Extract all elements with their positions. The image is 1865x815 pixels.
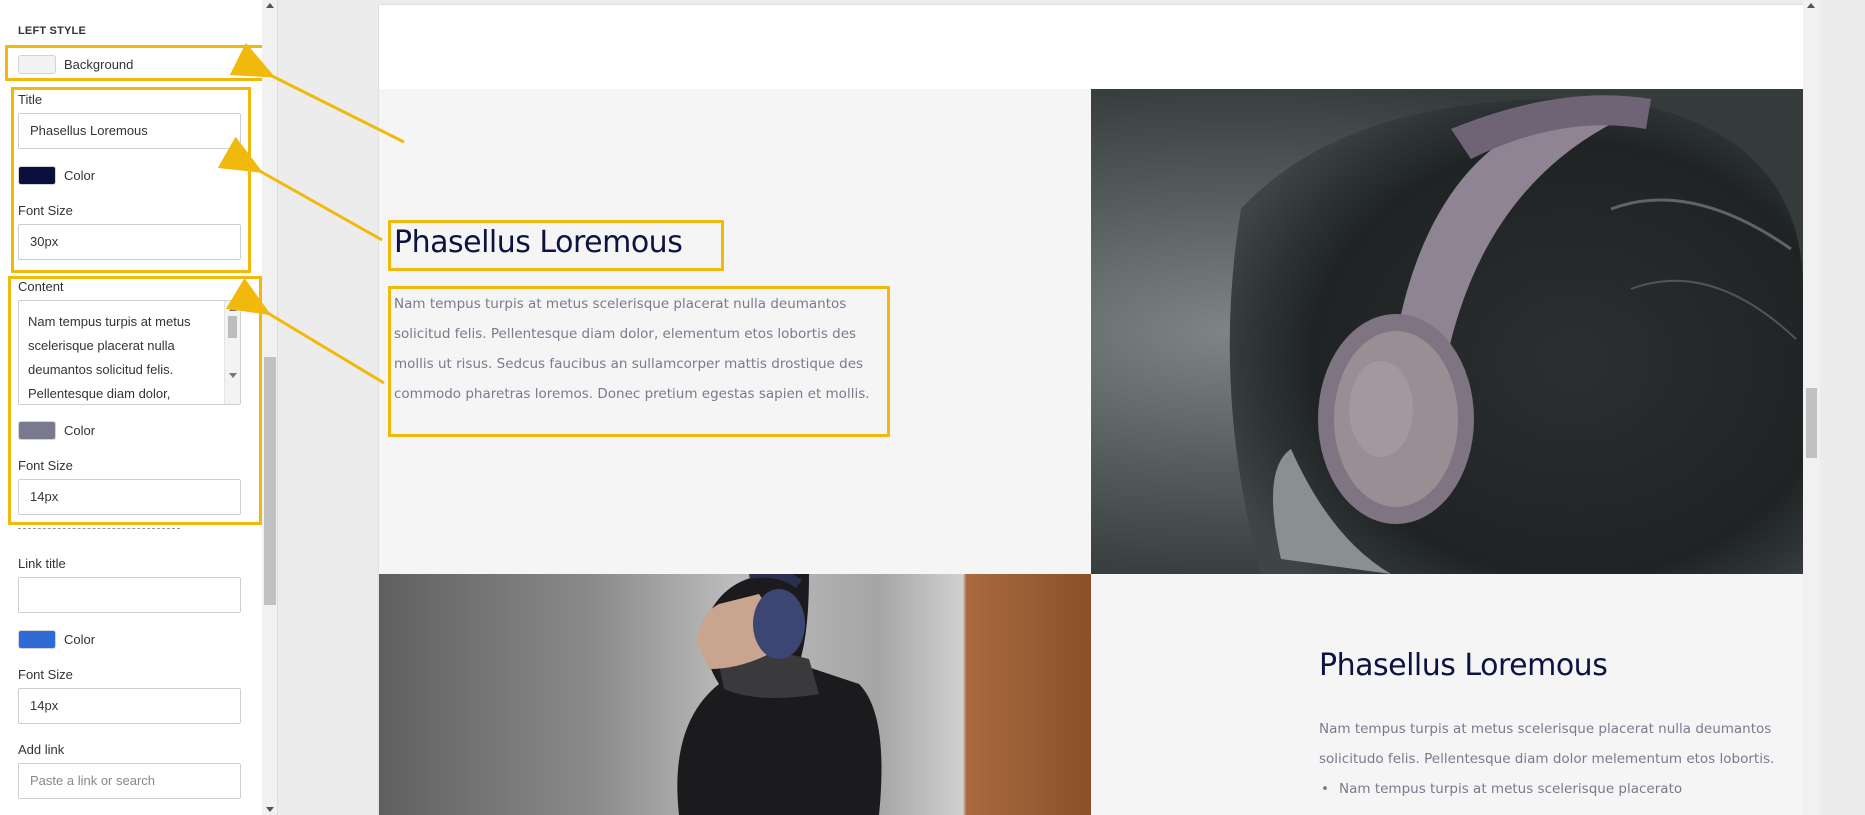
divider — [18, 528, 180, 529]
canvas-scrollbar[interactable] — [1803, 0, 1820, 815]
panel-scrollbar[interactable] — [262, 0, 277, 815]
block-2-title[interactable]: Phasellus Loremous — [1319, 648, 1608, 683]
headphones-woman-illustration — [1229, 95, 1803, 574]
canvas-scroll-thumb[interactable] — [1806, 388, 1817, 458]
scroll-up-arrow-icon[interactable] — [1807, 3, 1815, 8]
style-panel: LEFT STYLE Background Title Phasellus Lo… — [0, 0, 278, 815]
highlight-title-settings — [11, 87, 251, 273]
link-title-label: Link title — [18, 556, 66, 571]
content-block-2[interactable]: Phasellus Loremous Nam tempus turpis at … — [1091, 574, 1803, 815]
headphones-man-photo — [379, 574, 1091, 815]
preview-canvas: Phasellus Loremous Nam tempus turpis at … — [379, 5, 1803, 815]
callout-arrow-content — [225, 278, 385, 385]
link-font-size-input[interactable]: 14px — [18, 688, 241, 724]
headphones-woman-photo — [1091, 89, 1803, 574]
highlight-title — [388, 220, 724, 271]
block-2-content[interactable]: Nam tempus turpis at metus scelerisque p… — [1319, 714, 1794, 774]
bullet-icon: • — [1321, 781, 1329, 797]
link-font-size-label: Font Size — [18, 667, 73, 682]
panel-scroll-thumb[interactable] — [264, 357, 276, 605]
add-link-label: Add link — [18, 742, 65, 757]
link-title-input[interactable] — [18, 577, 241, 613]
section-title: LEFT STYLE — [18, 25, 86, 37]
link-color-swatch[interactable] — [18, 630, 56, 649]
highlight-content-settings — [8, 276, 262, 525]
content-block-1[interactable]: Phasellus Loremous Nam tempus turpis at … — [379, 89, 1091, 574]
link-color-label: Color — [64, 632, 96, 647]
headphones-man-illustration — [677, 574, 882, 815]
list-item[interactable]: • Nam tempus turpis at metus scelerisque… — [1319, 774, 1794, 804]
add-link-input[interactable]: Paste a link or search — [18, 763, 241, 799]
highlight-content — [388, 286, 890, 437]
block-2-list: • Nam tempus turpis at metus scelerisque… — [1319, 774, 1794, 804]
scroll-down-arrow-icon[interactable] — [266, 807, 274, 812]
list-item-text: Nam tempus turpis at metus scelerisque p… — [1339, 781, 1683, 797]
highlight-background — [5, 45, 267, 81]
scroll-up-arrow-icon[interactable] — [266, 3, 274, 8]
